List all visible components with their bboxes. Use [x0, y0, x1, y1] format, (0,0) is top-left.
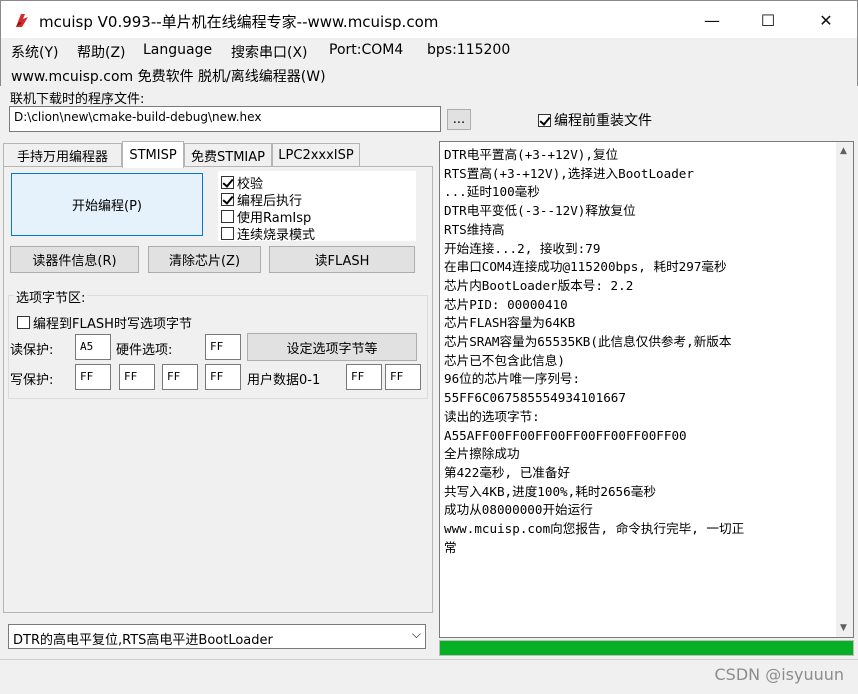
log-line: 开始连接...2, 接收到:79 [444, 240, 601, 256]
tab-free-stmiap[interactable]: 免费STMIAP [184, 143, 272, 167]
menu-offline-programmer[interactable]: www.mcuisp.com 免费软件 脱机/离线编程器(W) [11, 66, 326, 86]
read-flash-button[interactable]: 读FLASH [269, 246, 415, 273]
log-line: 96位的芯片唯一序列号: [444, 371, 581, 387]
start-programming-button[interactable]: 开始编程(P) [11, 173, 203, 236]
program-file-label: 联机下载时的程序文件: [10, 92, 145, 107]
log-line: 在串口COM4连接成功@115200bps, 耗时297毫秒 [444, 259, 727, 275]
log-line: 芯片FLASH容量为64KB [444, 315, 576, 331]
menu-search-port[interactable]: 搜索串口(X) [231, 42, 308, 62]
minimize-button[interactable]: — [689, 1, 735, 39]
menu-baudrate[interactable]: bps:115200 [427, 42, 510, 58]
tab-handheld-programmer[interactable]: 手持万用编程器 [3, 143, 122, 167]
menu-help[interactable]: 帮助(Z) [77, 42, 126, 62]
reload-before-program-checkbox[interactable]: 编程前重装文件 [538, 110, 652, 130]
log-line: A55AFF00FF00FF00FF00FF00FF00FF00 [444, 427, 687, 443]
user-data-input-0[interactable]: FF [346, 364, 382, 390]
log-line: 芯片PID: 00000410 [444, 296, 568, 312]
user-data-input-1[interactable]: FF [385, 364, 421, 390]
program-file-path-input[interactable]: D:\clion\new\cmake-build-debug\new.hex [9, 106, 441, 132]
reset-mode-value: DTR的高电平复位,RTS高电平进BootLoader [13, 633, 273, 648]
write-option-bytes-label: 编程到FLASH时写选项字节 [33, 317, 192, 332]
option-bytes-group-label: 选项字节区: [14, 287, 88, 306]
stmisp-panel: 开始编程(P) 校验 编程后执行 使用RamIsp 连续烧录模式 读器件信息(R… [3, 166, 433, 613]
log-lines: DTR电平置高(+3-+12V),复位 RTS置高(+3-+12V),选择进入Bo… [440, 142, 853, 557]
title-bar: mcuisp V0.993--单片机在线编程专家--www.mcuisp.com… [0, 0, 858, 38]
reload-before-program-label: 编程前重装文件 [554, 113, 652, 129]
log-line: 芯片SRAM容量为65535KB(此信息仅供参考,新版本 [444, 334, 732, 350]
continuous-burn-label: 连续烧录模式 [237, 228, 316, 243]
checkbox-checked-icon [221, 176, 234, 189]
close-button[interactable]: ✕ [803, 1, 849, 39]
write-protect-input-3[interactable]: FF [205, 364, 241, 390]
menu-system[interactable]: 系统(Y) [11, 42, 58, 62]
log-line: DTR电平变低(-3--12V)释放复位 [444, 203, 636, 219]
log-line: 芯片内BootLoader版本号: 2.2 [444, 277, 634, 293]
read-device-info-button[interactable]: 读器件信息(R) [10, 246, 139, 273]
checkbox-unchecked-icon [221, 210, 234, 223]
log-line: RTS维持高 [444, 221, 505, 237]
log-line: 共写入4KB,进度100%,耗时2656毫秒 [444, 483, 656, 499]
progress-fill [440, 641, 853, 655]
log-line: RTS置高(+3-+12V),选择进入BootLoader [444, 165, 694, 181]
minimize-icon: — [704, 10, 720, 30]
progress-bar [439, 640, 854, 656]
tab-stmisp[interactable]: STMISP [122, 141, 184, 168]
log-line: 常 [444, 539, 457, 555]
menu-bar: 系统(Y) 帮助(Z) Language 搜索串口(X) Port:COM4 b… [0, 38, 858, 86]
checkbox-checked-icon [221, 193, 234, 206]
menu-language[interactable]: Language [143, 42, 212, 58]
mcuisp-logo-icon [16, 14, 28, 27]
write-protect-label: 写保护: [10, 373, 54, 388]
log-scrollbar[interactable]: ▲ ▼ [836, 142, 853, 637]
watermark: CSDN @isyuuun [714, 665, 844, 684]
write-protect-input-1[interactable]: FF [119, 364, 155, 390]
log-output[interactable]: DTR电平置高(+3-+12V),复位 RTS置高(+3-+12V),选择进入Bo… [439, 141, 854, 638]
browse-file-button[interactable]: ... [447, 109, 471, 130]
write-option-bytes-checkbox[interactable]: 编程到FLASH时写选项字节 [17, 313, 192, 332]
user-data-label: 用户数据0-1 [247, 373, 321, 388]
reset-mode-select[interactable]: DTR的高电平复位,RTS高电平进BootLoader ⌵ [8, 624, 426, 649]
log-line: 第422毫秒, 已准备好 [444, 464, 571, 480]
hardware-option-label: 硬件选项: [116, 343, 173, 358]
close-icon: ✕ [819, 10, 833, 30]
hardware-option-input[interactable]: FF [205, 334, 241, 360]
log-line: 55FF6C067585554934101667 [444, 390, 626, 406]
write-protect-input-0[interactable]: FF [75, 364, 111, 390]
continuous-burn-checkbox[interactable]: 连续烧录模式 [221, 224, 315, 243]
scroll-down-icon[interactable]: ▼ [840, 623, 847, 633]
checkbox-unchecked-icon [17, 316, 30, 329]
log-line: 成功从08000000开始运行 [444, 502, 593, 518]
menu-port[interactable]: Port:COM4 [329, 42, 403, 58]
log-line: 读出的选项字节: [444, 408, 540, 424]
maximize-button[interactable]: ☐ [745, 1, 791, 39]
scroll-up-icon[interactable]: ▲ [840, 146, 847, 156]
log-line: 芯片已不包含此信息) [444, 352, 565, 368]
erase-chip-button[interactable]: 清除芯片(Z) [148, 246, 261, 273]
log-line: 全片擦除成功 [444, 446, 520, 462]
write-protect-input-2[interactable]: FF [162, 364, 198, 390]
set-option-bytes-button[interactable]: 设定选项字节等 [247, 333, 417, 361]
read-protect-input[interactable]: A5 [75, 334, 111, 360]
window-title: mcuisp V0.993--单片机在线编程专家--www.mcuisp.com [39, 13, 439, 31]
chevron-down-icon: ⌵ [411, 627, 421, 641]
log-line: DTR电平置高(+3-+12V),复位 [444, 147, 619, 162]
maximize-icon: ☐ [760, 10, 776, 30]
tab-lpc2xxx-isp[interactable]: LPC2xxxISP [272, 143, 360, 167]
checkbox-checked-icon [538, 113, 551, 127]
log-line: www.mcuisp.com向您报告, 命令执行完毕, 一切正 [444, 521, 745, 537]
read-protect-label: 读保护: [10, 343, 54, 358]
log-line: ...延时100毫秒 [444, 184, 540, 200]
checkbox-unchecked-icon [221, 227, 234, 240]
